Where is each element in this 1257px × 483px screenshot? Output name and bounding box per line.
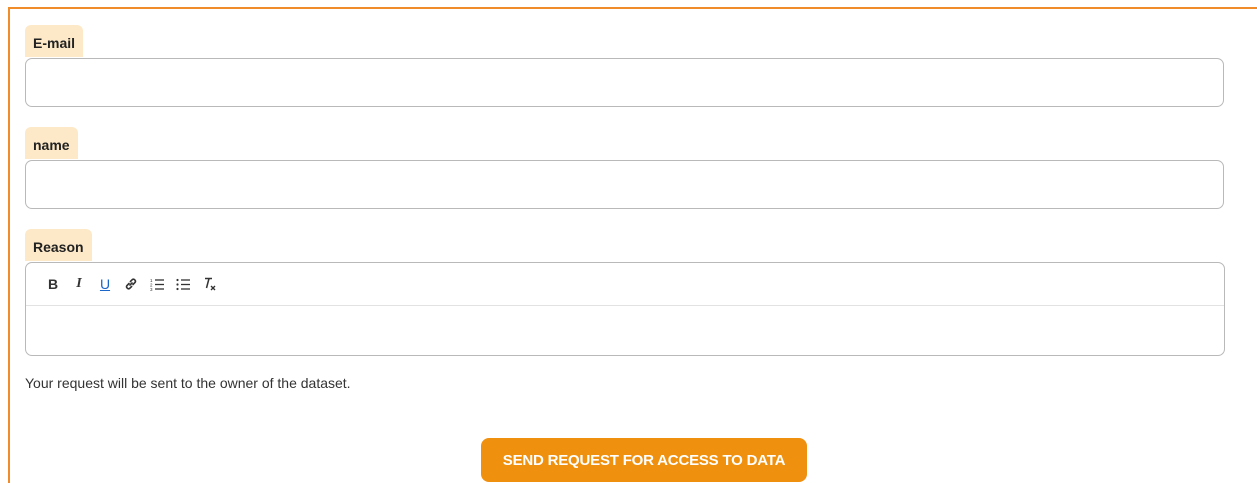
- name-label: name: [25, 127, 78, 159]
- reason-input[interactable]: [26, 306, 1224, 355]
- bullet-list-icon[interactable]: [170, 273, 196, 295]
- email-label: E-mail: [25, 25, 84, 57]
- bold-icon[interactable]: B: [40, 273, 66, 295]
- send-request-button[interactable]: SEND REQUEST FOR ACCESS TO DATA: [481, 438, 807, 482]
- request-note: Your request will be sent to the owner o…: [25, 375, 351, 391]
- reason-label: Reason: [25, 229, 92, 261]
- ordered-list-icon[interactable]: 1 2 3: [144, 273, 170, 295]
- link-icon[interactable]: [118, 273, 144, 295]
- name-field[interactable]: [25, 160, 1224, 209]
- editor-toolbar: B I U 1 2 3: [26, 263, 1224, 306]
- svg-text:3: 3: [150, 287, 153, 291]
- clear-format-icon[interactable]: [196, 273, 222, 295]
- underline-icon[interactable]: U: [92, 273, 118, 295]
- email-field[interactable]: [25, 58, 1224, 107]
- italic-icon[interactable]: I: [66, 273, 92, 295]
- reason-editor: B I U 1 2 3: [25, 262, 1225, 356]
